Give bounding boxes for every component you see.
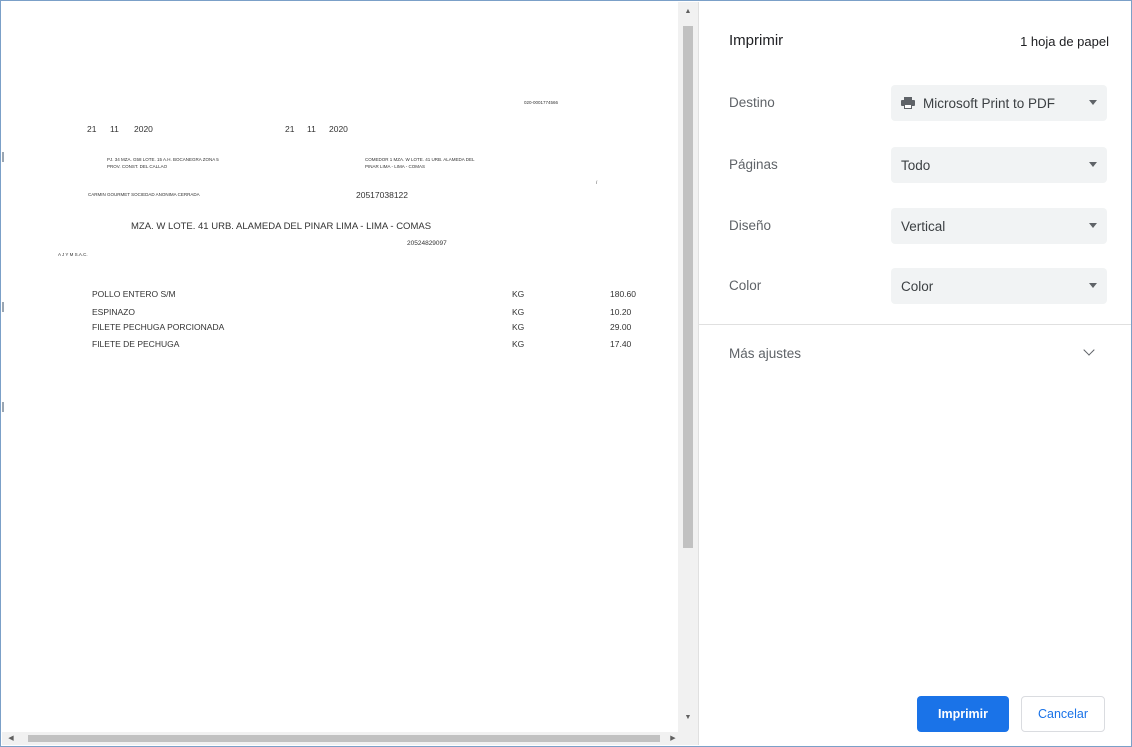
item-unit: KG	[512, 339, 525, 349]
scroll-left-arrow-icon[interactable]: ◀	[4, 732, 18, 745]
item-unit: KG	[512, 307, 525, 317]
item-description: ESPINAZO	[92, 307, 135, 317]
item-quantity: 29.00	[610, 322, 632, 332]
edge-mark	[2, 302, 4, 312]
horizontal-scrollbar[interactable]: ◀ ▶	[2, 732, 698, 745]
chevron-down-icon[interactable]	[1083, 344, 1095, 356]
vertical-scrollbar[interactable]: ▲ ▼	[678, 2, 698, 732]
color-select[interactable]: Color	[891, 268, 1107, 304]
item-quantity: 10.20	[610, 307, 632, 317]
pages-label: Páginas	[729, 157, 778, 172]
item-unit: KG	[512, 322, 525, 332]
destination-value: Microsoft Print to PDF	[923, 95, 1056, 111]
chevron-down-icon	[1089, 162, 1097, 167]
ruc-code: 020-0001774566	[524, 100, 559, 105]
print-preview: 020-0001774566 21 11 2020 21 11 2020 PJ.…	[2, 2, 678, 732]
item-description: FILETE DE PECHUGA	[92, 339, 180, 349]
print-settings-panel: Imprimir 1 hoja de papel Destino Microso…	[698, 2, 1131, 745]
chevron-down-icon	[1089, 100, 1097, 105]
sender-name: CARMIN GOURMET SOCIEDAD ANONIMA CERRADA	[88, 192, 200, 197]
color-value: Color	[901, 278, 934, 294]
side-mark: /	[596, 180, 598, 185]
cancel-button[interactable]: Cancelar	[1021, 696, 1105, 732]
destination-address-2: PINAR LIMA - LIMA - COMAS	[365, 164, 426, 169]
item-unit: KG	[512, 289, 525, 299]
date-right-year: 2020	[329, 124, 348, 134]
destination-label: Destino	[729, 95, 775, 110]
origin-address-1: PJ. 34 MZA. G58 LOTE. 15 A.H. BOCANEGRA …	[107, 157, 219, 162]
origin-address-2: PROV. CONST. DEL CALLAO	[107, 164, 168, 169]
layout-value: Vertical	[901, 218, 946, 234]
address-line: MZA. W LOTE. 41 URB. ALAMEDA DEL PINAR L…	[131, 221, 432, 232]
edge-mark	[2, 152, 4, 162]
sender-ruc: 20517038122	[356, 190, 409, 200]
edge-mark	[2, 402, 4, 412]
divider	[699, 324, 1131, 325]
destination-address-1: COMEDOR 1 MZA. W LOTE. 41 URB. ALAMEDA D…	[365, 157, 475, 162]
item-quantity: 180.60	[610, 289, 636, 299]
pages-value: Todo	[901, 157, 931, 173]
carrier-name: A J Y M S.A.C.	[58, 252, 88, 257]
item-quantity: 17.40	[610, 339, 632, 349]
scroll-right-arrow-icon[interactable]: ▶	[666, 732, 680, 745]
date-left-month: 11	[110, 124, 119, 134]
sheet-count: 1 hoja de papel	[1020, 34, 1109, 49]
print-button[interactable]: Imprimir	[917, 696, 1009, 732]
destination-select[interactable]: Microsoft Print to PDF	[891, 85, 1107, 121]
horizontal-scroll-thumb[interactable]	[28, 735, 660, 742]
color-label: Color	[729, 278, 762, 293]
item-description: FILETE PECHUGA PORCIONADA	[92, 322, 225, 332]
date-left-day: 21	[87, 124, 97, 134]
chevron-down-icon	[1089, 223, 1097, 228]
layout-label: Diseño	[729, 218, 772, 233]
chevron-down-icon	[1089, 283, 1097, 288]
item-description: POLLO ENTERO S/M	[92, 289, 176, 299]
panel-title: Imprimir	[729, 32, 784, 49]
scroll-up-arrow-icon[interactable]: ▲	[678, 4, 698, 20]
date-left-year: 2020	[134, 124, 153, 134]
layout-select[interactable]: Vertical	[891, 208, 1107, 244]
date-right-day: 21	[285, 124, 295, 134]
pages-select[interactable]: Todo	[891, 147, 1107, 183]
vertical-scroll-thumb[interactable]	[683, 26, 693, 548]
more-settings-toggle[interactable]: Más ajustes	[729, 346, 801, 361]
printer-icon	[901, 97, 915, 109]
date-right-month: 11	[307, 124, 316, 134]
scroll-down-arrow-icon[interactable]: ▼	[678, 710, 698, 726]
carrier-ruc: 20524829097	[407, 240, 447, 247]
